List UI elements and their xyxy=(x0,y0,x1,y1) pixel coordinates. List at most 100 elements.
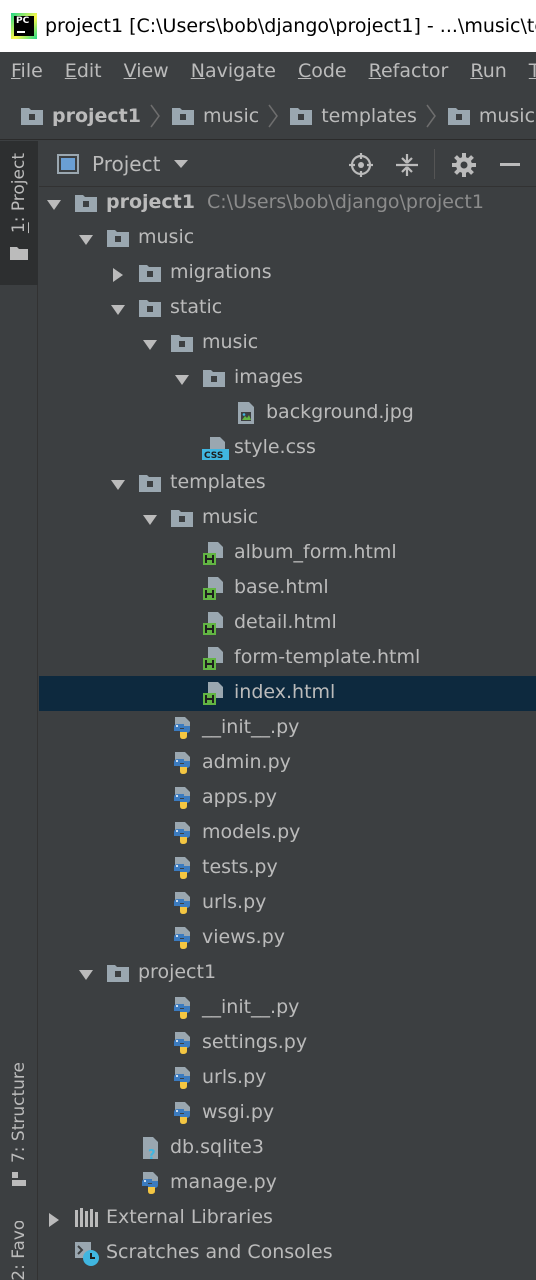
tree-row[interactable]: views.py xyxy=(39,921,536,956)
collapse-toggle[interactable] xyxy=(143,337,157,351)
tree-row[interactable]: apps.py xyxy=(39,781,536,816)
project-view-selector[interactable]: Project xyxy=(92,152,160,176)
python-file-icon xyxy=(174,787,190,809)
collapse-toggle[interactable] xyxy=(143,512,157,526)
tree-row[interactable]: migrations xyxy=(39,256,536,291)
menu-mnemonic: N xyxy=(190,60,205,82)
tree-row[interactable]: detail.html xyxy=(39,606,536,641)
tree-row[interactable]: project1 xyxy=(39,956,536,991)
tree-row[interactable]: CSS style.css xyxy=(39,431,536,466)
tree-item-icon xyxy=(170,786,194,810)
tree-row[interactable]: admin.py xyxy=(39,746,536,781)
tree-row[interactable]: project1 C:\Users\bob\django\project1 xyxy=(39,186,536,221)
tree-row[interactable]: static xyxy=(39,291,536,326)
breadcrumb-item[interactable]: project1 xyxy=(0,104,161,128)
menu-label: efactor xyxy=(380,60,449,82)
tree-item-name: tests.py xyxy=(202,856,278,878)
tree-row[interactable]: form-template.html xyxy=(39,641,536,676)
menu-item-run[interactable]: Run xyxy=(459,60,517,82)
breadcrumb-item[interactable]: templates xyxy=(279,104,437,128)
collapse-toggle[interactable] xyxy=(111,477,125,491)
chevron-right-icon[interactable] xyxy=(47,1213,61,1227)
tree-row[interactable]: settings.py xyxy=(39,1026,536,1061)
tree-row[interactable]: urls.py xyxy=(39,886,536,921)
gear-icon[interactable] xyxy=(451,152,477,178)
menu-item-edit[interactable]: Edit xyxy=(54,60,113,82)
html-file-icon xyxy=(203,682,223,705)
menu-item-view[interactable]: View xyxy=(113,60,180,82)
tree-item-label: static xyxy=(170,296,222,318)
tree-row[interactable]: wsgi.py xyxy=(39,1096,536,1131)
chevron-down-icon[interactable] xyxy=(111,478,125,492)
tree-row[interactable]: __init__.py xyxy=(39,991,536,1026)
breadcrumb-separator-icon xyxy=(426,104,436,127)
tree-item-icon xyxy=(106,961,130,985)
collapse-toggle[interactable] xyxy=(79,967,93,981)
collapse-toggle[interactable] xyxy=(175,372,189,386)
tree-row[interactable]: base.html xyxy=(39,571,536,606)
tree-row[interactable]: External Libraries xyxy=(39,1201,536,1236)
tree-row[interactable]: images xyxy=(39,361,536,396)
tree-item-label: apps.py xyxy=(202,786,277,808)
tree-item-label: db.sqlite3 xyxy=(170,1136,264,1158)
tree-row[interactable]: album_form.html xyxy=(39,536,536,571)
menu-mnemonic: E xyxy=(64,60,77,82)
tree-item-name: music xyxy=(202,331,259,353)
tree-item-name: wsgi.py xyxy=(202,1101,275,1123)
menu-mnemonic: C xyxy=(297,60,312,82)
tree-item-icon xyxy=(202,681,226,705)
expand-toggle[interactable] xyxy=(111,267,125,282)
tree-row[interactable]: templates xyxy=(39,466,536,501)
menu-item-code[interactable]: Code xyxy=(287,60,358,82)
tree-item-name: music xyxy=(138,226,195,248)
chevron-down-icon[interactable] xyxy=(111,303,125,317)
tree-row[interactable]: __init__.py xyxy=(39,711,536,746)
menu-item-file[interactable]: File xyxy=(0,60,54,82)
chevron-down-icon[interactable] xyxy=(143,338,157,352)
window-title: project1 [C:\Users\bob\django\project1] … xyxy=(45,15,536,37)
tab-structure[interactable]: 7: Structure xyxy=(0,1056,38,1196)
chevron-right-icon[interactable] xyxy=(111,268,125,282)
collapse-all-icon[interactable] xyxy=(394,152,420,178)
breadcrumb-item[interactable]: music xyxy=(437,104,536,128)
minimize-icon[interactable] xyxy=(497,152,523,178)
breadcrumb-label: music xyxy=(478,104,536,127)
breadcrumb-item[interactable]: music xyxy=(161,104,279,128)
chevron-down-icon[interactable] xyxy=(79,968,93,982)
tree-row[interactable]: music xyxy=(39,326,536,361)
tab-project[interactable]: 1: Project xyxy=(0,141,38,285)
tree-row[interactable]: tests.py xyxy=(39,851,536,886)
tree-row[interactable]: music xyxy=(39,501,536,536)
tree-row[interactable]: urls.py xyxy=(39,1061,536,1096)
tree-item-label: music xyxy=(202,331,258,353)
collapse-toggle[interactable] xyxy=(47,197,61,211)
tree-item-icon xyxy=(202,541,226,565)
tree-row[interactable]: ? db.sqlite3 xyxy=(39,1131,536,1166)
tree-row[interactable]: background.jpg xyxy=(39,396,536,431)
tree-row[interactable]: Scratches and Consoles xyxy=(39,1236,536,1271)
chevron-down-icon[interactable] xyxy=(47,198,61,212)
tree-item-label: form-template.html xyxy=(234,646,420,668)
tree-item-icon xyxy=(170,716,194,740)
structure-icon xyxy=(12,1172,26,1187)
menu-item-refactor[interactable]: Refactor xyxy=(358,60,460,82)
chevron-down-icon[interactable] xyxy=(174,159,189,168)
tree-row[interactable]: manage.py xyxy=(39,1166,536,1201)
expand-toggle[interactable] xyxy=(47,1212,61,1227)
folder-icon xyxy=(203,370,225,387)
tree-row[interactable]: music xyxy=(39,221,536,256)
tree-row[interactable]: models.py xyxy=(39,816,536,851)
tree-row[interactable]: index.html xyxy=(39,676,536,711)
crosshair-icon[interactable] xyxy=(348,152,374,178)
chevron-down-icon[interactable] xyxy=(143,513,157,527)
tab-favorites[interactable]: 2: Favorites xyxy=(0,1221,38,1280)
collapse-toggle[interactable] xyxy=(111,302,125,316)
tree-item-icon xyxy=(138,296,162,320)
collapse-toggle[interactable] xyxy=(79,232,93,246)
python-file-icon xyxy=(174,717,190,739)
chevron-down-icon[interactable] xyxy=(175,373,189,387)
chevron-down-icon[interactable] xyxy=(79,233,93,247)
pycharm-logo-icon: PC xyxy=(11,13,37,39)
menu-item-tools[interactable]: Tools xyxy=(518,60,536,82)
menu-item-navigate[interactable]: Navigate xyxy=(180,60,287,82)
